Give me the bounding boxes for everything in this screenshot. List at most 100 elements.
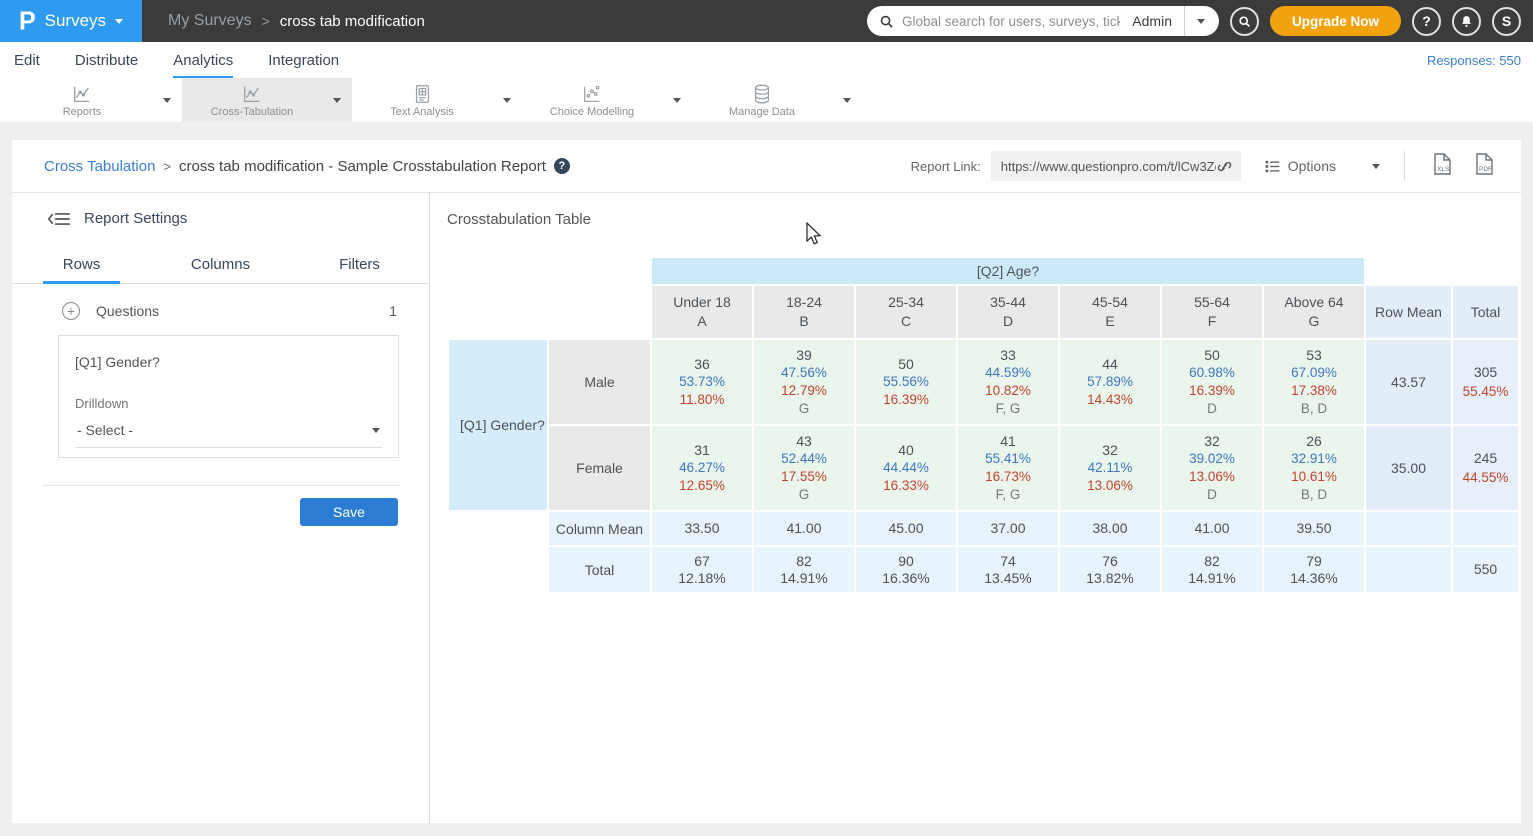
toolbar-cross-tabulation[interactable]: Cross-Tabulation bbox=[182, 78, 322, 122]
report-link-input[interactable] bbox=[1001, 159, 1216, 174]
report-settings-panel: Report Settings Rows Columns Filters + Q… bbox=[12, 193, 430, 823]
add-question-icon[interactable]: + bbox=[62, 302, 80, 320]
crosstab-area: Crosstabulation Table [Q2] Age? Under bbox=[430, 193, 1521, 823]
toolbar-text-analysis-dropdown[interactable] bbox=[492, 78, 522, 122]
total-cell: 76 13.82% bbox=[1060, 547, 1160, 592]
question-card: [Q1] Gender? Drilldown - Select - bbox=[58, 335, 399, 458]
divider bbox=[1404, 151, 1405, 181]
database-icon bbox=[751, 83, 773, 105]
empty-cell bbox=[1453, 512, 1518, 545]
total-cell: 79 14.36% bbox=[1264, 547, 1364, 592]
crosstab-cell: 32 42.11% 13.06% bbox=[1060, 426, 1160, 510]
column-mean-label: Column Mean bbox=[549, 512, 650, 545]
svg-text:PDF: PDF bbox=[1479, 166, 1492, 173]
row-label-female: Female bbox=[549, 426, 650, 510]
scatter-chart-icon bbox=[581, 83, 603, 105]
breadcrumb-cross-tabulation[interactable]: Cross Tabulation bbox=[44, 158, 155, 175]
search-icon bbox=[1238, 15, 1251, 28]
toolbar-choice-modelling-dropdown[interactable] bbox=[662, 78, 692, 122]
tab-analytics[interactable]: Analytics bbox=[173, 42, 233, 78]
breadcrumb-my-surveys[interactable]: My Surveys bbox=[168, 12, 252, 30]
drilldown-label: Drilldown bbox=[75, 396, 382, 411]
total-cell: 90 16.36% bbox=[856, 547, 956, 592]
report-help-icon[interactable]: ? bbox=[554, 158, 570, 174]
chevron-down-icon bbox=[115, 19, 123, 24]
crosstab-cell: 53 67.09% 17.38% B, D bbox=[1264, 340, 1364, 424]
toolbar-group-choice-modelling: Choice Modelling bbox=[522, 78, 692, 122]
save-button[interactable]: Save bbox=[300, 498, 398, 526]
user-avatar[interactable]: S bbox=[1492, 7, 1521, 36]
toolbar-group-text-analysis: Text Analysis bbox=[352, 78, 522, 122]
drilldown-select[interactable]: - Select - bbox=[75, 414, 382, 448]
toolbar-text-analysis[interactable]: Text Analysis bbox=[352, 78, 492, 122]
divider bbox=[42, 485, 401, 486]
crosstab-cell: 33 44.59% 10.82% F, G bbox=[958, 340, 1058, 424]
drilldown-selected-value: - Select - bbox=[77, 422, 133, 438]
crosstab-cell: 39 47.56% 12.79% G bbox=[754, 340, 854, 424]
toolbar-manage-data-dropdown[interactable] bbox=[832, 78, 862, 122]
product-label: Surveys bbox=[45, 11, 106, 31]
tab-distribute[interactable]: Distribute bbox=[75, 42, 138, 78]
options-dropdown[interactable] bbox=[1350, 164, 1404, 169]
product-switcher[interactable]: P Surveys bbox=[0, 0, 142, 42]
toolbar-cross-tabulation-dropdown[interactable] bbox=[322, 78, 352, 122]
tab-rows[interactable]: Rows bbox=[12, 247, 151, 283]
chevron-down-icon bbox=[372, 428, 380, 433]
svg-text:XLS: XLS bbox=[1437, 166, 1450, 173]
tab-edit[interactable]: Edit bbox=[14, 42, 40, 78]
column-mean-cell: 45.00 bbox=[856, 512, 956, 545]
total-row-label: Total bbox=[549, 547, 650, 592]
crosstab-cell: 40 44.44% 16.33% bbox=[856, 426, 956, 510]
toolbar-manage-data[interactable]: Manage Data bbox=[692, 78, 832, 122]
breadcrumb: My Surveys > cross tab modification bbox=[168, 12, 425, 30]
breadcrumb-separator: > bbox=[262, 13, 270, 29]
panel-title: Report Settings bbox=[84, 210, 187, 227]
global-search: Admin bbox=[867, 6, 1219, 36]
tab-columns[interactable]: Columns bbox=[151, 247, 290, 283]
export-pdf-button[interactable]: PDF bbox=[1473, 152, 1495, 181]
toolbar-label: Reports bbox=[63, 106, 102, 118]
breadcrumb-survey-name: cross tab modification bbox=[280, 13, 425, 30]
column-header: Above 64G bbox=[1264, 286, 1364, 338]
crosstab-cell: 26 32.91% 10.61% B, D bbox=[1264, 426, 1364, 510]
search-button[interactable] bbox=[1230, 7, 1259, 36]
report-title: cross tab modification - Sample Crosstab… bbox=[179, 158, 546, 175]
upgrade-now-button[interactable]: Upgrade Now bbox=[1270, 6, 1401, 36]
export-xls-button[interactable]: XLS bbox=[1431, 152, 1453, 181]
chevron-down-icon bbox=[1197, 19, 1205, 24]
total-cell: 82 14.91% bbox=[1162, 547, 1262, 592]
help-button[interactable]: ? bbox=[1412, 7, 1441, 36]
toolbar-choice-modelling[interactable]: Choice Modelling bbox=[522, 78, 662, 122]
chevron-down-icon bbox=[333, 98, 341, 103]
column-mean-cell: 41.00 bbox=[754, 512, 854, 545]
notifications-button[interactable] bbox=[1452, 7, 1481, 36]
crosstab-cell: 50 55.56% 16.39% bbox=[856, 340, 956, 424]
tab-integration[interactable]: Integration bbox=[268, 42, 339, 78]
search-scope-label: Admin bbox=[1120, 13, 1184, 29]
options-button[interactable]: Options bbox=[1265, 158, 1336, 174]
questions-count: 1 bbox=[389, 303, 397, 319]
tab-filters[interactable]: Filters bbox=[290, 247, 429, 283]
toolbar-group-reports: Reports bbox=[12, 78, 182, 122]
toolbar-group-manage-data: Manage Data bbox=[692, 78, 862, 122]
crosstab-cell: 44 57.89% 14.43% bbox=[1060, 340, 1160, 424]
chevron-down-icon bbox=[163, 98, 171, 103]
row-label-male: Male bbox=[549, 340, 650, 424]
toolbar-reports[interactable]: Reports bbox=[12, 78, 152, 122]
document-grid-icon bbox=[411, 83, 433, 105]
row-total-cell: 305 55.45% bbox=[1453, 340, 1518, 424]
questionpro-logo-icon: P bbox=[19, 8, 36, 34]
link-icon[interactable] bbox=[1216, 158, 1233, 175]
total-cell: 82 14.91% bbox=[754, 547, 854, 592]
row-mean-cell: 43.57 bbox=[1366, 340, 1451, 424]
toolbar-reports-dropdown[interactable] bbox=[152, 78, 182, 122]
empty-cell bbox=[1366, 547, 1451, 592]
total-cell: 74 13.45% bbox=[958, 547, 1058, 592]
collapse-panel-icon[interactable] bbox=[48, 211, 70, 227]
column-mean-cell: 38.00 bbox=[1060, 512, 1160, 545]
column-header: 18-24B bbox=[754, 286, 854, 338]
crosstab-cell: 36 53.73% 11.80% bbox=[652, 340, 752, 424]
report-header: Cross Tabulation > cross tab modificatio… bbox=[12, 140, 1521, 193]
search-scope-dropdown[interactable] bbox=[1185, 19, 1209, 24]
search-input[interactable] bbox=[902, 14, 1120, 29]
